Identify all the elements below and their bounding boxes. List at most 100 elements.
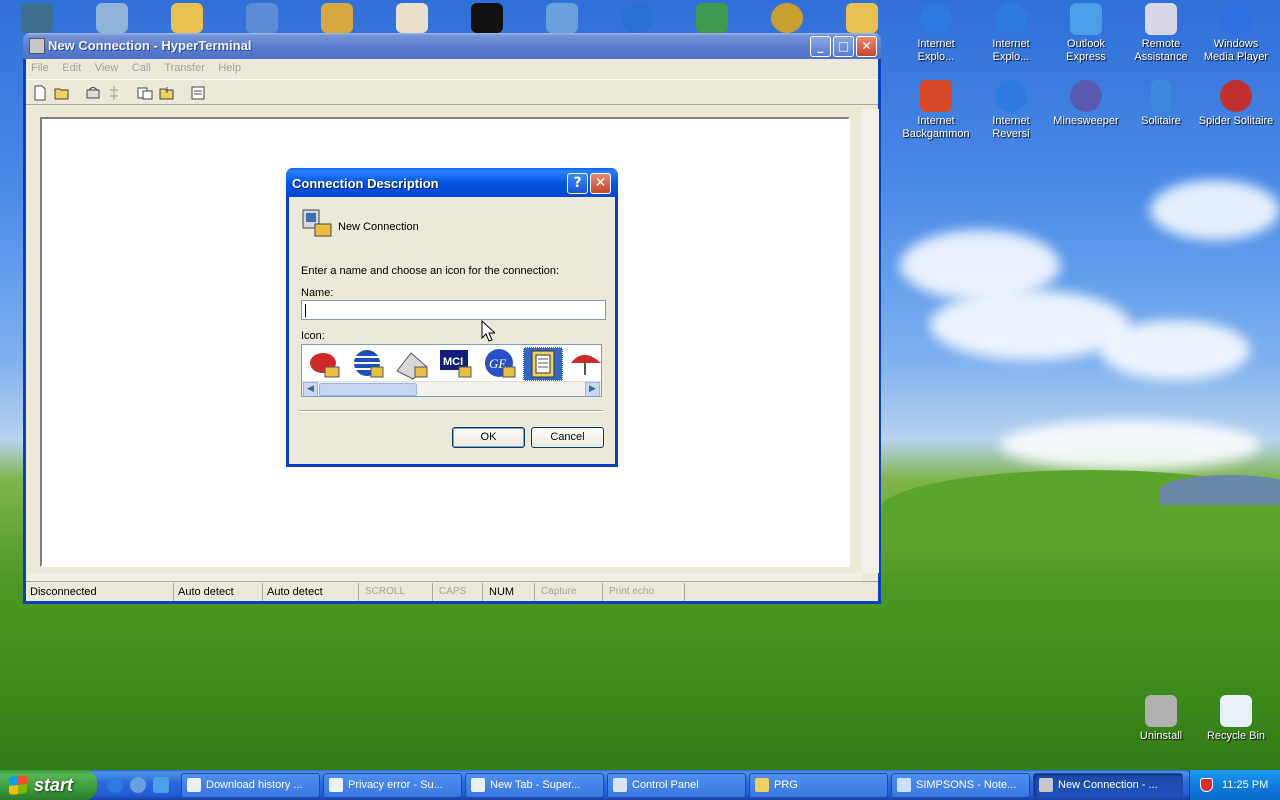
connect-icon[interactable] xyxy=(85,85,101,101)
status-detect-1: Auto detect xyxy=(174,583,263,601)
desktop-icon-outlook-express[interactable]: Outlook Express xyxy=(1048,3,1124,64)
folder-icon xyxy=(755,778,769,792)
icon-list-scrollbar[interactable]: ◀ ▶ xyxy=(302,381,601,396)
start-button[interactable]: start xyxy=(0,770,97,800)
status-num: NUM xyxy=(485,583,535,601)
desktop-icon-top-6[interactable] xyxy=(396,3,428,33)
instruction-text: Enter a name and choose an icon for the … xyxy=(301,265,560,277)
clock[interactable]: 11:25 PM xyxy=(1222,779,1268,791)
status-caps: CAPS xyxy=(435,583,483,601)
ie-quicklaunch-icon[interactable] xyxy=(107,777,123,793)
scroll-right-icon[interactable]: ▶ xyxy=(585,382,600,396)
windows-logo-icon xyxy=(9,775,27,795)
menu-help[interactable]: Help xyxy=(213,59,246,77)
vertical-scrollbar[interactable] xyxy=(862,109,879,573)
status-print-echo: Print echo xyxy=(605,583,685,601)
desktop-icon-top-9[interactable] xyxy=(621,3,653,33)
folder-doc-icon[interactable] xyxy=(523,347,563,381)
mouse-cursor-icon xyxy=(481,319,497,345)
media-player-icon xyxy=(1220,3,1252,35)
ge-icon[interactable]: GE xyxy=(481,347,521,381)
name-input[interactable] xyxy=(301,300,606,320)
media-quicklaunch-icon[interactable] xyxy=(153,777,169,793)
desktop-icon-windows-media-player[interactable]: Windows Media Player xyxy=(1198,3,1274,64)
desktop-icon-top-12[interactable] xyxy=(846,3,878,33)
fax-icon[interactable] xyxy=(393,347,433,381)
security-shield-icon[interactable] xyxy=(1200,778,1213,792)
connection-name-text: New Connection xyxy=(338,221,419,233)
browser-icon xyxy=(471,778,485,792)
status-connection: Disconnected xyxy=(26,583,174,601)
task-simpsons-notepad[interactable]: SIMPSONS - Note... xyxy=(891,773,1030,798)
desktop-icon-internet-explorer-2[interactable]: Internet Explo... xyxy=(973,3,1049,64)
send-icon[interactable] xyxy=(137,85,153,101)
menu-view[interactable]: View xyxy=(90,59,124,77)
task-download-history[interactable]: Download history ... xyxy=(181,773,320,798)
new-icon[interactable] xyxy=(32,85,48,101)
desktop-icon-top-7[interactable] xyxy=(471,3,503,33)
desktop-icon-top-4[interactable] xyxy=(246,3,278,33)
hyperterminal-icon xyxy=(1039,778,1053,792)
desktop-icon-minesweeper[interactable]: Minesweeper xyxy=(1048,80,1124,128)
uninstall-icon xyxy=(1145,695,1177,727)
desktop-icon-remote-assistance[interactable]: Remote Assistance xyxy=(1123,3,1199,64)
properties-icon[interactable] xyxy=(190,85,206,101)
minimize-button[interactable]: _ xyxy=(810,36,831,57)
scroll-thumb[interactable] xyxy=(319,383,417,396)
cancel-button[interactable]: Cancel xyxy=(531,427,604,448)
task-new-connection[interactable]: New Connection - ... xyxy=(1033,773,1183,798)
menu-file[interactable]: File xyxy=(26,59,54,77)
dialog-titlebar[interactable]: Connection Description ? ✕ xyxy=(286,168,618,197)
text-caret xyxy=(305,304,306,317)
window-titlebar[interactable]: New Connection - HyperTerminal _ □ ✕ xyxy=(23,33,881,59)
help-button[interactable]: ? xyxy=(567,173,588,194)
system-tray: 11:25 PM xyxy=(1189,770,1280,800)
disconnect-icon[interactable] xyxy=(106,85,122,101)
mci-icon[interactable]: MCI xyxy=(437,347,477,381)
dialog-close-button[interactable]: ✕ xyxy=(590,173,611,194)
icon-label: Icon: xyxy=(301,330,325,342)
globe-icon[interactable] xyxy=(349,347,389,381)
icon-list[interactable]: MCI GE ◀ ▶ xyxy=(301,344,602,397)
outlook-express-icon xyxy=(1070,3,1102,35)
desktop-icon-internet-reversi[interactable]: Internet Reversi xyxy=(973,80,1049,141)
desktop-icon-top-8[interactable] xyxy=(546,3,578,33)
desktop-icon-internet-backgammon[interactable]: Internet Backgammon xyxy=(898,80,974,141)
desktop-icon-internet-explorer-1[interactable]: Internet Explo... xyxy=(898,3,974,64)
menu-call[interactable]: Call xyxy=(127,59,156,77)
dialog-title: Connection Description xyxy=(292,176,439,191)
receive-icon[interactable] xyxy=(159,85,175,101)
desktop-icon-top-10[interactable] xyxy=(696,3,728,33)
open-icon[interactable] xyxy=(54,85,70,101)
menu-edit[interactable]: Edit xyxy=(57,59,86,77)
browser-icon xyxy=(187,778,201,792)
desktop-icon-uninstall[interactable]: Uninstall xyxy=(1123,695,1199,743)
ok-button[interactable]: OK xyxy=(452,427,525,448)
task-privacy-error[interactable]: Privacy error - Su... xyxy=(323,773,462,798)
desktop-icon-top-1[interactable] xyxy=(21,3,53,33)
desktop-icon-top-5[interactable] xyxy=(321,3,353,33)
maximize-button[interactable]: □ xyxy=(833,36,854,57)
desktop-icon-spider-solitaire[interactable]: Spider Solitaire xyxy=(1198,80,1274,128)
backgammon-icon xyxy=(920,80,952,112)
desktop-icon-solitaire[interactable]: Solitaire xyxy=(1123,80,1199,128)
control-panel-icon xyxy=(613,778,627,792)
task-prg[interactable]: PRG xyxy=(749,773,888,798)
status-bar: Disconnected Auto detect Auto detect SCR… xyxy=(26,581,878,601)
phone-icon[interactable] xyxy=(305,347,345,381)
task-control-panel[interactable]: Control Panel xyxy=(607,773,746,798)
task-new-tab[interactable]: New Tab - Super... xyxy=(465,773,604,798)
desktop-icon-top-2[interactable] xyxy=(96,3,128,33)
menu-transfer[interactable]: Transfer xyxy=(159,59,210,77)
name-label: Name: xyxy=(301,287,334,299)
scroll-left-icon[interactable]: ◀ xyxy=(303,382,318,396)
connection-icon xyxy=(301,206,333,238)
desktop-icon-top-3[interactable] xyxy=(171,3,203,33)
connection-description-dialog: Connection Description ? ✕ New Connectio… xyxy=(286,168,618,467)
ie2-quicklaunch-icon[interactable] xyxy=(130,777,146,793)
desktop-icon-top-11[interactable] xyxy=(771,3,803,33)
minesweeper-icon xyxy=(1070,80,1102,112)
desktop-icon-recycle-bin[interactable]: Recycle Bin xyxy=(1198,695,1274,743)
umbrella-phone-icon[interactable] xyxy=(567,347,601,381)
close-button[interactable]: ✕ xyxy=(856,36,877,57)
